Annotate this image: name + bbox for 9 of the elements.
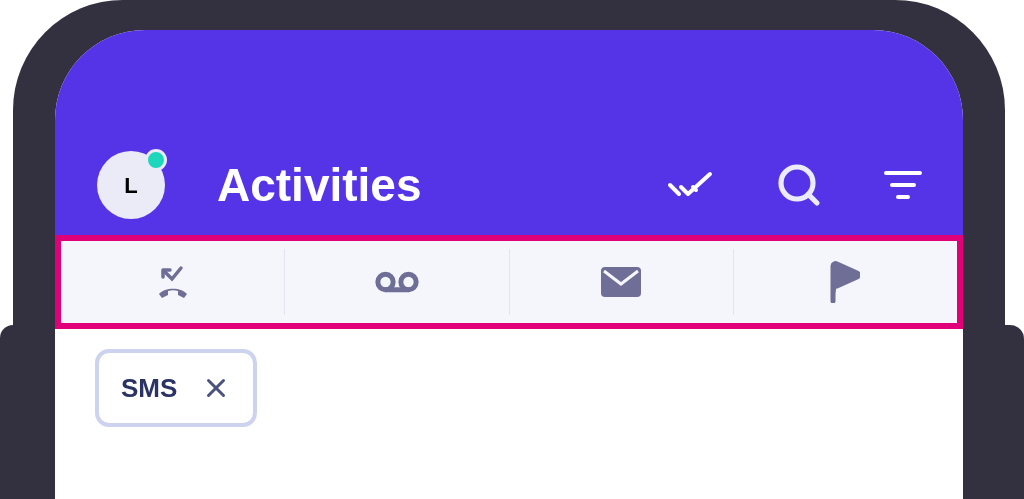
- flag-icon: [830, 261, 861, 303]
- chip-label: SMS: [121, 371, 178, 405]
- avatar[interactable]: L: [97, 151, 165, 219]
- search-icon[interactable]: [775, 161, 823, 209]
- filter-icon[interactable]: [883, 169, 923, 201]
- page-title: Activities: [217, 157, 422, 213]
- double-check-icon[interactable]: [667, 171, 715, 199]
- mail-icon: [601, 267, 642, 297]
- avatar-initial: L: [124, 171, 138, 200]
